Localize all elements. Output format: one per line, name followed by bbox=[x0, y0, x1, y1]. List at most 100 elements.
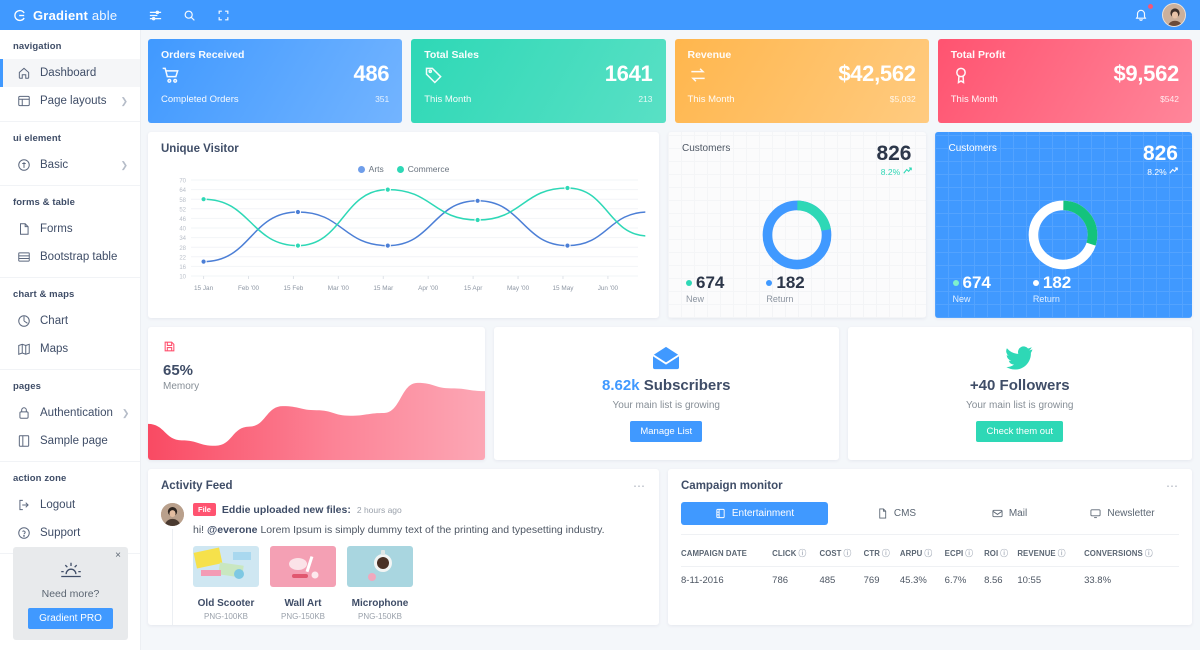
svg-text:16: 16 bbox=[179, 265, 186, 271]
svg-text:10: 10 bbox=[179, 275, 186, 281]
question-circle-icon[interactable]: ⓘ bbox=[882, 548, 890, 559]
mention-link[interactable]: @everone bbox=[207, 524, 258, 536]
help-icon bbox=[18, 527, 30, 539]
customers-new-value: 674 bbox=[686, 274, 724, 291]
close-icon[interactable]: × bbox=[115, 551, 121, 561]
sidebar-item-bootstrap-table[interactable]: Bootstrap table bbox=[0, 243, 140, 271]
sidebar-section: ui element Basic ❯ bbox=[0, 122, 140, 186]
gradient-pro-button[interactable]: Gradient PRO bbox=[28, 608, 113, 629]
brand[interactable]: Gradient able bbox=[10, 7, 140, 24]
svg-text:28: 28 bbox=[179, 246, 186, 252]
customers-new-value: 674 bbox=[952, 274, 991, 291]
bell-icon[interactable] bbox=[1130, 3, 1154, 26]
column-header: CONVERSIONS ⓘ bbox=[1084, 541, 1179, 567]
sidebar-item-chart[interactable]: Chart bbox=[0, 307, 140, 335]
customers-return-label: Return bbox=[1032, 294, 1060, 304]
ellipsis-icon[interactable]: ⋯ bbox=[1166, 479, 1179, 493]
question-circle-icon[interactable]: ⓘ bbox=[924, 548, 932, 559]
stat-card-total-profit[interactable]: Total Profit $9,562 This Month $542 bbox=[937, 39, 1192, 123]
question-circle-icon[interactable]: ⓘ bbox=[1058, 548, 1066, 559]
sidebar-item-label: Dashboard bbox=[40, 67, 97, 79]
thumbnail-wall-art bbox=[270, 546, 336, 587]
table-row[interactable]: 8-11-2016 786 485 769 45.3% 6.7% 8.56 10:55 33.8… bbox=[681, 567, 1179, 591]
search-icon[interactable] bbox=[178, 4, 200, 26]
legend-item-commerce[interactable]: Commerce bbox=[396, 164, 449, 174]
check-them-out-button[interactable]: Check them out bbox=[976, 420, 1064, 442]
avatar[interactable] bbox=[1162, 3, 1186, 27]
svg-text:70: 70 bbox=[179, 179, 186, 185]
stat-card-revenue[interactable]: Revenue $42,562 This Month $5,032 bbox=[674, 39, 929, 123]
sidebar-item-support[interactable]: Support bbox=[0, 519, 140, 547]
sidebar-section: pages Authentication ❯ Sample page bbox=[0, 370, 140, 462]
menu-icon[interactable] bbox=[144, 4, 166, 26]
attachment-name: Microphone bbox=[351, 598, 409, 609]
stat-card-orders-received[interactable]: Orders Received 486 Completed Orders 351 bbox=[148, 39, 403, 123]
sidebar-item-authentication[interactable]: Authentication ❯ bbox=[0, 399, 140, 427]
cell-value: 485 bbox=[819, 575, 836, 586]
column-label: ECPI bbox=[944, 549, 964, 558]
file-icon bbox=[879, 508, 887, 519]
legend-item-arts[interactable]: Arts bbox=[357, 164, 384, 174]
sidebar-item-page-layouts[interactable]: Page layouts ❯ bbox=[0, 87, 140, 115]
tab-newsletter[interactable]: Newsletter bbox=[1066, 508, 1179, 519]
sidebar-item-dashboard[interactable]: Dashboard bbox=[0, 59, 140, 87]
monitor-icon bbox=[1090, 509, 1101, 519]
fullscreen-icon[interactable] bbox=[212, 4, 234, 26]
cell-value: 769 bbox=[863, 575, 880, 586]
tab-entertainment[interactable]: Entertainment bbox=[681, 502, 828, 525]
attachment-meta: PNG-150KB bbox=[280, 612, 326, 621]
sidebar-section: forms & table Forms Bootstrap table bbox=[0, 186, 140, 278]
svg-text:15 Jan: 15 Jan bbox=[194, 285, 214, 292]
sidebar: navigation Dashboard Page layouts ❯ ui eleme… bbox=[0, 30, 141, 650]
sidebar-section: chart & maps Chart Maps bbox=[0, 278, 140, 370]
tab-mail[interactable]: Mail bbox=[953, 508, 1066, 519]
svg-text:46: 46 bbox=[179, 217, 186, 223]
question-circle-icon[interactable]: ⓘ bbox=[799, 548, 807, 559]
stat-card-total-sales[interactable]: Total Sales 1641 This Month 213 bbox=[411, 39, 666, 123]
promo-title: Need more? bbox=[41, 588, 100, 600]
list-item[interactable]: Old Scooter PNG-100KB bbox=[193, 546, 259, 621]
cell-metric: 769 bbox=[864, 567, 900, 591]
cell-value: 8.56 bbox=[984, 575, 1003, 586]
ellipsis-icon[interactable]: ⋯ bbox=[633, 479, 646, 493]
promo-card: × Need more? Gradient PRO bbox=[13, 547, 128, 640]
save-icon bbox=[164, 341, 175, 352]
sidebar-item-basic[interactable]: Basic ❯ bbox=[0, 151, 140, 179]
sidebar-item-maps[interactable]: Maps bbox=[0, 335, 140, 363]
tag-icon bbox=[426, 67, 442, 84]
message-pre: hi! bbox=[193, 524, 208, 536]
cart-icon bbox=[162, 67, 179, 83]
subscribers-headline: 8.62k Subscribers bbox=[602, 377, 730, 394]
subscribers-noun: Subscribers bbox=[639, 377, 731, 394]
circle-icon bbox=[18, 159, 30, 171]
sidebar-section-caption: forms & table bbox=[13, 197, 76, 208]
stat-foot-value: $542 bbox=[1160, 94, 1179, 104]
question-circle-icon[interactable]: ⓘ bbox=[1000, 548, 1008, 559]
question-circle-icon[interactable]: ⓘ bbox=[1145, 548, 1153, 559]
cell-metric: 10:55 bbox=[1017, 567, 1084, 591]
question-circle-icon[interactable]: ⓘ bbox=[965, 548, 973, 559]
sidebar-item-sample-page[interactable]: Sample page bbox=[0, 427, 140, 455]
question-circle-icon[interactable]: ⓘ bbox=[844, 548, 852, 559]
cell-value: 786 bbox=[772, 575, 789, 586]
manage-list-button[interactable]: Manage List bbox=[630, 421, 703, 442]
sidebar-item-forms[interactable]: Forms bbox=[0, 215, 140, 243]
tab-cms[interactable]: CMS bbox=[840, 508, 953, 519]
list-item[interactable]: Microphone PNG-150KB bbox=[347, 546, 413, 621]
column-header: COST ⓘ bbox=[819, 541, 864, 567]
customers-return: 182 Return bbox=[766, 274, 805, 304]
list-item[interactable]: Wall Art PNG-150KB bbox=[270, 546, 336, 621]
cell-metric: 6.7% bbox=[945, 567, 984, 591]
status-badge: File bbox=[193, 503, 216, 516]
customers-new: 674 New bbox=[686, 274, 724, 304]
column-label: CONVERSIONS bbox=[1084, 549, 1143, 558]
cell-metric: 485 bbox=[819, 567, 863, 591]
followers-count: +40 bbox=[969, 376, 996, 394]
tab-label: Mail bbox=[1008, 508, 1028, 519]
sidebar-item-logout[interactable]: Logout bbox=[0, 491, 140, 519]
file-icon bbox=[20, 223, 29, 235]
avatar[interactable] bbox=[161, 503, 184, 526]
svg-text:40: 40 bbox=[179, 227, 186, 233]
column-label: CTR bbox=[863, 549, 880, 558]
tab-label: Entertainment bbox=[731, 508, 795, 519]
